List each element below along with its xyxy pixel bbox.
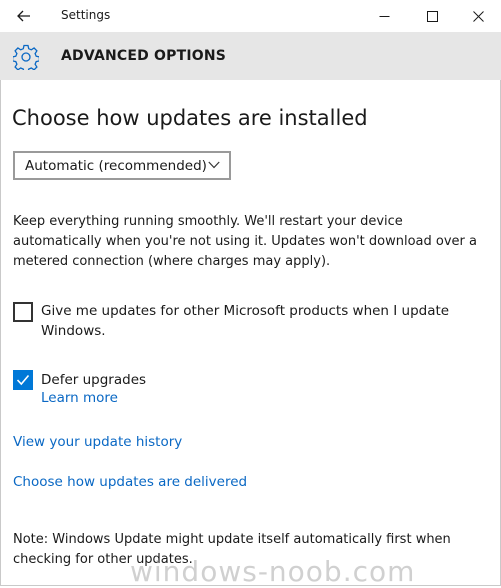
back-button[interactable] [8, 4, 40, 28]
minimize-button[interactable] [361, 0, 407, 32]
install-mode-value: Automatic (recommended) [25, 158, 207, 174]
update-delivery-link[interactable]: Choose how updates are delivered [13, 474, 247, 490]
window-frame [0, 0, 501, 586]
maximize-button[interactable] [409, 0, 455, 32]
learn-more-link[interactable]: Learn more [41, 390, 118, 406]
chevron-down-icon [208, 161, 220, 169]
update-history-link[interactable]: View your update history [13, 434, 182, 450]
install-description: Keep everything running smoothly. We'll … [13, 214, 477, 269]
close-button[interactable] [455, 0, 501, 32]
defer-upgrades-label[interactable]: Defer upgrades [41, 370, 146, 390]
page-title: ADVANCED OPTIONS [61, 48, 227, 64]
title-bar: Settings [0, 0, 501, 32]
window-title: Settings [61, 8, 111, 22]
install-mode-dropdown[interactable]: Automatic (recommended) [13, 151, 231, 180]
other-products-label[interactable]: Give me updates for other Microsoft prod… [41, 301, 481, 341]
page-header: ADVANCED OPTIONS [0, 32, 501, 80]
watermark: windows-noob.com [130, 555, 416, 588]
defer-upgrades-checkbox[interactable] [13, 370, 33, 390]
back-arrow-icon [17, 10, 30, 22]
minimize-icon [379, 15, 389, 17]
section-heading: Choose how updates are installed [12, 106, 368, 130]
maximize-icon [426, 10, 438, 22]
close-icon [472, 10, 484, 22]
other-products-checkbox[interactable] [13, 302, 33, 322]
checkmark-icon [16, 374, 30, 386]
gear-icon [13, 44, 39, 70]
